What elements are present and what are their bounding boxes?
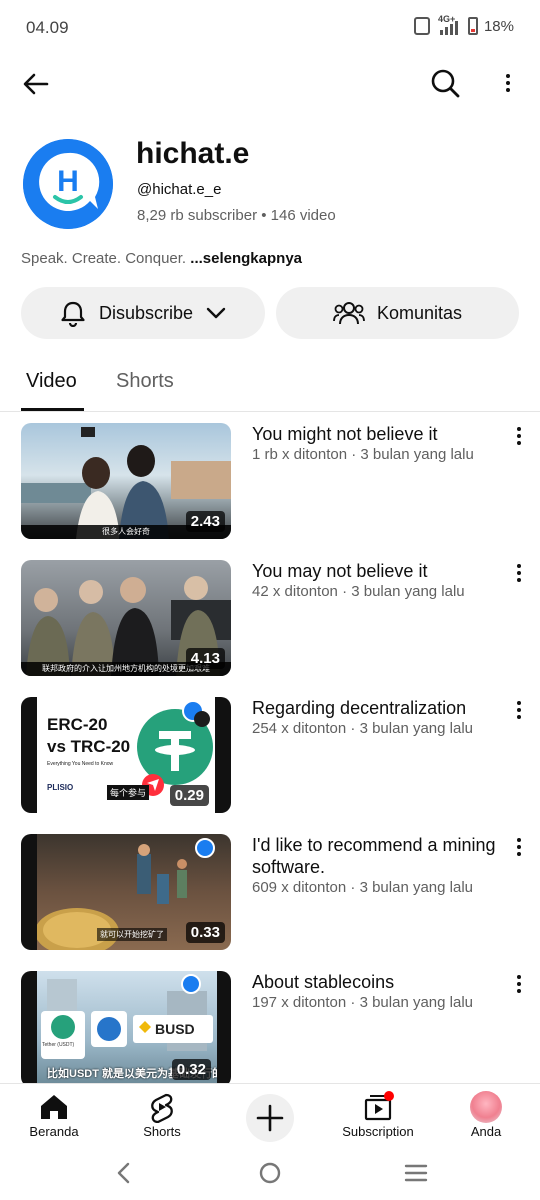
duration-badge: 4.13 bbox=[185, 648, 225, 669]
list-item[interactable]: ERC-20 vs TRC-20 Everything You Need to … bbox=[0, 687, 540, 813]
list-item[interactable]: 很多人会好奇 2.43 You might not believe it 1 r… bbox=[0, 413, 540, 539]
community-icon bbox=[333, 302, 365, 325]
video-meta: 609 x ditonton · 3 bulan yang lalu bbox=[252, 879, 473, 896]
video-thumbnail[interactable]: ERC-20 vs TRC-20 Everything You Need to … bbox=[21, 697, 231, 813]
subtitle-text: 就可以开始挖矿了 bbox=[97, 928, 167, 941]
top-bar bbox=[0, 56, 540, 112]
bell-icon bbox=[61, 301, 85, 327]
video-title[interactable]: You might not believe it bbox=[252, 423, 504, 445]
plus-icon bbox=[256, 1104, 284, 1132]
list-item[interactable]: Tether (USDT) BUSD 比如USDT 就是以美元为基础发行的 0.… bbox=[0, 961, 540, 1083]
bottom-navigation: Beranda Shorts Subscription Anda bbox=[0, 1083, 540, 1145]
video-thumbnail[interactable]: 很多人会好奇 2.43 bbox=[21, 423, 231, 539]
subscriptions-icon bbox=[364, 1091, 394, 1121]
active-tab-indicator bbox=[21, 408, 84, 411]
subtitle-text: 每个参与 bbox=[107, 785, 150, 800]
nav-you-label: Anda bbox=[470, 1124, 502, 1139]
nav-home-label: Beranda bbox=[29, 1124, 79, 1139]
system-recents-icon[interactable] bbox=[404, 1162, 428, 1184]
profile-avatar-icon bbox=[470, 1091, 502, 1123]
subscribe-label: Disubscribe bbox=[98, 302, 194, 323]
channel-handle: @hichat.e_e bbox=[137, 181, 222, 198]
community-label: Komunitas bbox=[376, 302, 463, 323]
signal-icon: 4G+ bbox=[436, 15, 462, 35]
duration-badge: 0.32 bbox=[171, 1059, 211, 1080]
subscribe-button[interactable]: Disubscribe bbox=[21, 287, 265, 339]
channel-avatar[interactable]: H bbox=[23, 139, 113, 229]
video-more-icon[interactable] bbox=[512, 564, 526, 586]
video-thumbnail[interactable]: 就可以开始挖矿了 0.33 bbox=[21, 834, 231, 950]
video-title[interactable]: Regarding decentralization bbox=[252, 697, 504, 719]
video-list: 很多人会好奇 2.43 You might not believe it 1 r… bbox=[0, 413, 540, 1083]
create-button[interactable] bbox=[246, 1094, 294, 1142]
video-more-icon[interactable] bbox=[512, 701, 526, 723]
nav-subscriptions[interactable]: Subscription bbox=[324, 1084, 432, 1146]
more-vertical-icon[interactable] bbox=[494, 68, 522, 100]
channel-stats: 8,29 rb subscriber • 146 video bbox=[137, 207, 336, 224]
video-title[interactable]: You may not believe it bbox=[252, 560, 504, 582]
video-meta: 42 x ditonton · 3 bulan yang lalu bbox=[252, 583, 465, 600]
status-bar: 04.09 4G+ 18% bbox=[0, 0, 540, 56]
system-navigation bbox=[0, 1146, 540, 1200]
video-title[interactable]: I'd like to recommend a mining software. bbox=[252, 834, 504, 878]
arrow-left-icon[interactable] bbox=[20, 68, 52, 100]
home-icon bbox=[41, 1095, 67, 1119]
battery-icon bbox=[467, 17, 478, 35]
video-more-icon[interactable] bbox=[512, 427, 526, 449]
video-thumbnail[interactable]: 联邦政府的介入让加州地方机构的处境更加艰难 4.13 bbox=[21, 560, 231, 676]
status-icons: 4G+ 18% bbox=[413, 15, 514, 35]
thumbnail-headline-2: vs TRC-20 bbox=[47, 737, 131, 756]
shorts-icon bbox=[151, 1093, 173, 1123]
channel-tabs: Video Shorts bbox=[0, 356, 540, 412]
channel-description[interactable]: Speak. Create. Conquer. ...selengkapnya bbox=[21, 250, 302, 267]
video-meta: 197 x ditonton · 3 bulan yang lalu bbox=[252, 994, 473, 1011]
tab-video[interactable]: Video bbox=[26, 370, 77, 393]
thumbnail-brand: PLISIO bbox=[47, 783, 74, 792]
nav-you[interactable]: Anda bbox=[432, 1084, 540, 1146]
description-text: Speak. Create. Conquer. bbox=[21, 250, 187, 267]
video-meta: 254 x ditonton · 3 bulan yang lalu bbox=[252, 720, 473, 737]
nav-shorts-label: Shorts bbox=[143, 1124, 181, 1139]
video-thumbnail[interactable]: Tether (USDT) BUSD 比如USDT 就是以美元为基础发行的 0.… bbox=[21, 971, 231, 1083]
channel-logo-icon: H bbox=[23, 139, 113, 229]
video-more-icon[interactable] bbox=[512, 838, 526, 860]
nav-subscriptions-label: Subscription bbox=[342, 1124, 414, 1139]
vibrate-icon bbox=[413, 17, 430, 35]
thumbnail-tether-label: Tether (USDT) bbox=[42, 1042, 75, 1048]
video-meta: 1 rb x ditonton · 3 bulan yang lalu bbox=[252, 446, 474, 463]
video-more-icon[interactable] bbox=[512, 975, 526, 997]
list-item[interactable]: 联邦政府的介入让加州地方机构的处境更加艰难 4.13 You may not b… bbox=[0, 550, 540, 676]
system-back-icon[interactable] bbox=[114, 1162, 134, 1184]
duration-badge: 0.33 bbox=[185, 922, 225, 943]
duration-badge: 2.43 bbox=[185, 511, 225, 532]
nav-home[interactable]: Beranda bbox=[0, 1084, 108, 1146]
more-link[interactable]: ...selengkapnya bbox=[190, 250, 302, 267]
thumbnail-badge: BUSD bbox=[155, 1021, 195, 1037]
channel-name: hichat.e bbox=[136, 137, 250, 170]
thumbnail-headline: ERC-20 bbox=[47, 715, 108, 734]
video-title[interactable]: About stablecoins bbox=[252, 971, 504, 993]
community-button[interactable]: Komunitas bbox=[276, 287, 519, 339]
tab-shorts[interactable]: Shorts bbox=[116, 370, 174, 393]
avatar-letter: H bbox=[57, 165, 79, 198]
status-time: 04.09 bbox=[26, 18, 69, 37]
list-item[interactable]: 就可以开始挖矿了 0.33 I'd like to recommend a mi… bbox=[0, 824, 540, 950]
duration-badge: 0.29 bbox=[169, 785, 209, 806]
chevron-down-icon bbox=[206, 307, 226, 319]
search-icon[interactable] bbox=[428, 66, 462, 100]
nav-shorts[interactable]: Shorts bbox=[108, 1084, 216, 1146]
thumbnail-subtitle: Everything You Need to Know bbox=[47, 761, 114, 767]
battery-level: 18% bbox=[483, 17, 514, 35]
system-home-icon[interactable] bbox=[258, 1161, 282, 1185]
